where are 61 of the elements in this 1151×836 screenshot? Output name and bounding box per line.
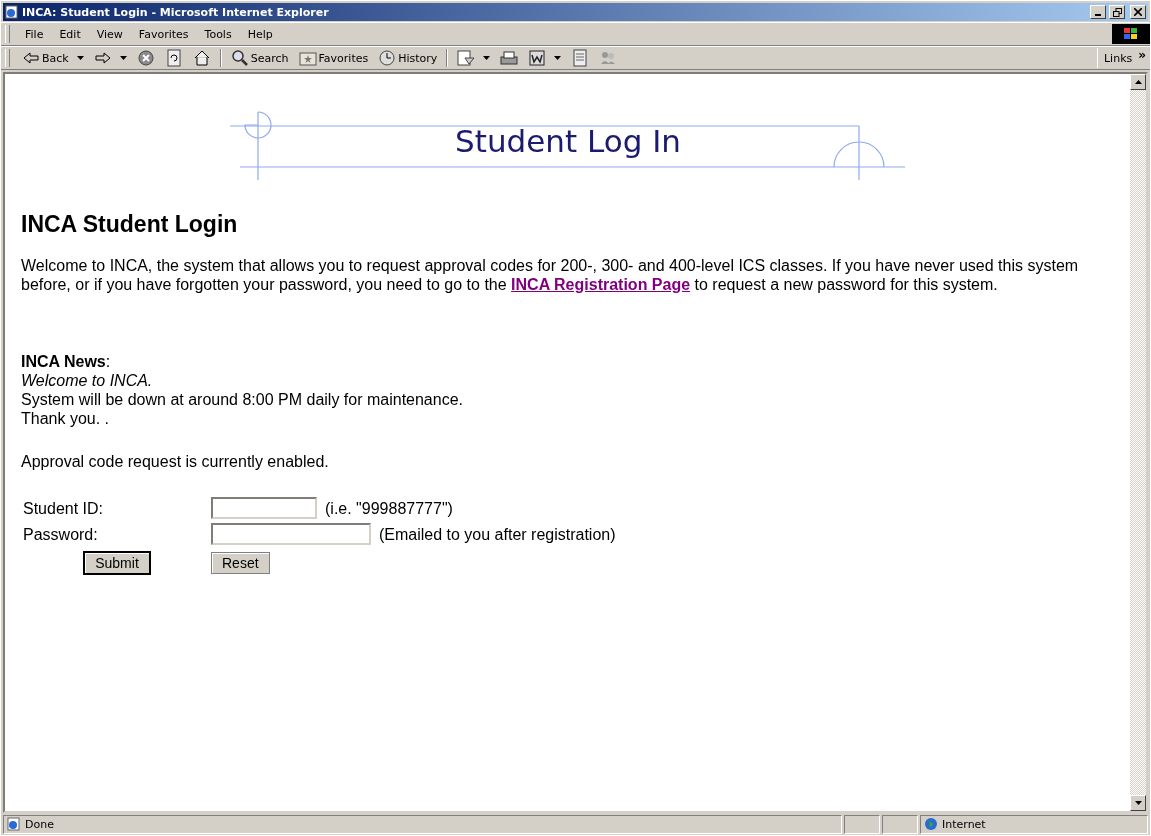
field-hint: (i.e. "999887777") xyxy=(325,498,453,518)
scroll-up-button[interactable] xyxy=(1130,74,1146,90)
intro-paragraph: Welcome to INCA, the system that allows you to request approval codes for 200-, 300- and 400-level ICS classes. If you have never used this system before, or if you have forgotten your password, you need to go to the INCA Registration Page to request a new password for this system. xyxy=(21,256,1080,294)
restore-icon xyxy=(1112,7,1122,17)
close-button[interactable] xyxy=(1130,5,1146,19)
history-button[interactable]: History xyxy=(374,47,442,69)
status-pane xyxy=(882,814,918,834)
menu-item[interactable]: View xyxy=(89,25,130,43)
windows-logo-icon xyxy=(1112,24,1150,44)
globe-icon xyxy=(924,817,938,831)
menu-item[interactable]: Edit xyxy=(52,25,88,43)
menu-item[interactable]: Tools xyxy=(197,25,239,43)
minimize-button[interactable] xyxy=(1090,5,1106,19)
document-icon xyxy=(528,49,547,67)
menu-item[interactable]: Favorites xyxy=(131,25,196,43)
password-field[interactable] xyxy=(211,523,371,545)
dropdown-caret-icon xyxy=(119,56,127,60)
up-arrow-icon xyxy=(1134,80,1142,84)
status-text: Done xyxy=(25,817,54,831)
zone-text: Internet xyxy=(942,817,986,831)
notepad-icon xyxy=(571,49,590,67)
menu-item[interactable]: Help xyxy=(240,25,280,43)
close-icon xyxy=(1134,8,1142,16)
status-message: Approval code request is currently enabled. xyxy=(21,452,330,471)
registration-link[interactable]: INCA Registration Page xyxy=(511,276,691,293)
news-line: Thank you. . xyxy=(21,409,110,428)
printer-icon xyxy=(500,49,519,67)
news-line: Welcome to INCA. xyxy=(21,371,153,390)
news-label: INCA News: xyxy=(21,352,111,371)
favorites-button[interactable]: Favorites xyxy=(294,47,373,69)
clock-icon xyxy=(378,49,397,67)
student-id-field[interactable] xyxy=(211,497,317,519)
search-icon xyxy=(230,49,249,67)
page-icon xyxy=(7,817,21,831)
status-pane xyxy=(844,814,880,834)
reset-button[interactable]: Reset xyxy=(211,552,270,574)
field-label: Password: xyxy=(23,524,99,544)
page-heading: INCA Student Login xyxy=(21,210,239,238)
dropdown-caret-icon xyxy=(483,56,491,60)
forward-arrow-icon xyxy=(93,49,112,67)
field-hint: (Emailed to you after registration) xyxy=(379,524,616,544)
submit-button[interactable]: Submit xyxy=(83,551,151,575)
mail-icon xyxy=(457,49,476,67)
news-line: System will be down at around 8:00 PM daily for maintenance. xyxy=(21,390,463,409)
field-label: Student ID: xyxy=(23,498,105,518)
menu-item[interactable]: File xyxy=(18,25,51,43)
dropdown-caret-icon xyxy=(76,56,84,60)
scroll-down-button[interactable] xyxy=(1130,795,1146,811)
restore-button[interactable] xyxy=(1109,5,1125,19)
links-button[interactable]: Links » xyxy=(1096,48,1150,68)
search-button[interactable]: Search xyxy=(226,47,293,69)
refresh-icon xyxy=(164,49,183,67)
window-title: INCA: Student Login - Microsoft Internet Explorer xyxy=(22,5,330,19)
dropdown-caret-icon xyxy=(554,56,562,60)
home-icon xyxy=(192,49,211,67)
down-arrow-icon xyxy=(1134,801,1142,805)
stop-icon xyxy=(136,49,155,67)
banner-title: Student Log In xyxy=(454,123,682,159)
back-arrow-icon xyxy=(22,49,40,67)
back-button[interactable]: Back xyxy=(18,47,88,69)
browser-icon xyxy=(5,5,19,19)
